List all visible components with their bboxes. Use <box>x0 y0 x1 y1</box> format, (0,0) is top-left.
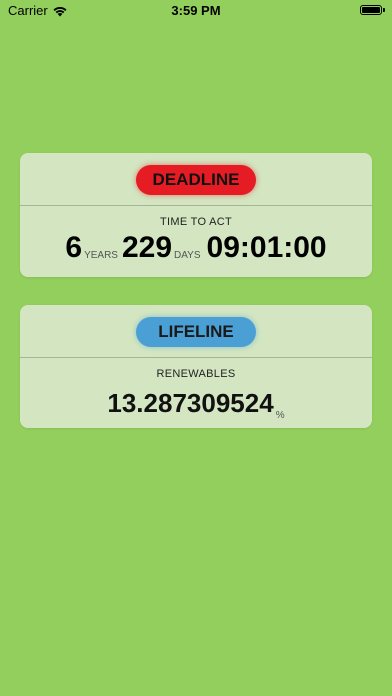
years-value: 6 <box>65 231 83 264</box>
battery-level <box>362 7 380 13</box>
battery-icon <box>360 5 385 15</box>
clock-value: 09:01:00 <box>206 231 327 264</box>
days-label: DAYS <box>174 250 201 261</box>
deadline-header: DEADLINE <box>20 153 372 205</box>
deadline-button[interactable]: DEADLINE <box>136 164 256 195</box>
lifeline-divider <box>20 357 372 358</box>
deadline-divider <box>20 205 372 206</box>
deadline-counter: 6 YEARS 229 DAYS 09:01:00 <box>20 233 372 263</box>
lifeline-button[interactable]: LIFELINE <box>136 316 256 347</box>
years-label: YEARS <box>84 250 118 261</box>
lifeline-header: LIFELINE <box>20 305 372 357</box>
time-to-act-label: TIME TO ACT <box>160 216 232 228</box>
deadline-card: DEADLINE TIME TO ACT 6 YEARS 229 DAYS 09… <box>20 153 372 277</box>
percent-unit: % <box>275 410 285 421</box>
lifeline-card: LIFELINE RENEWABLES 13.287309524 % <box>20 305 372 428</box>
days-value: 229 <box>121 231 173 264</box>
renewables-value-row: 13.287309524 % <box>20 388 372 421</box>
status-time: 3:59 PM <box>171 3 221 18</box>
renewables-value: 13.287309524 <box>107 388 274 418</box>
status-bar: Carrier 3:59 PM <box>0 0 392 22</box>
renewables-label: RENEWABLES <box>156 368 236 380</box>
